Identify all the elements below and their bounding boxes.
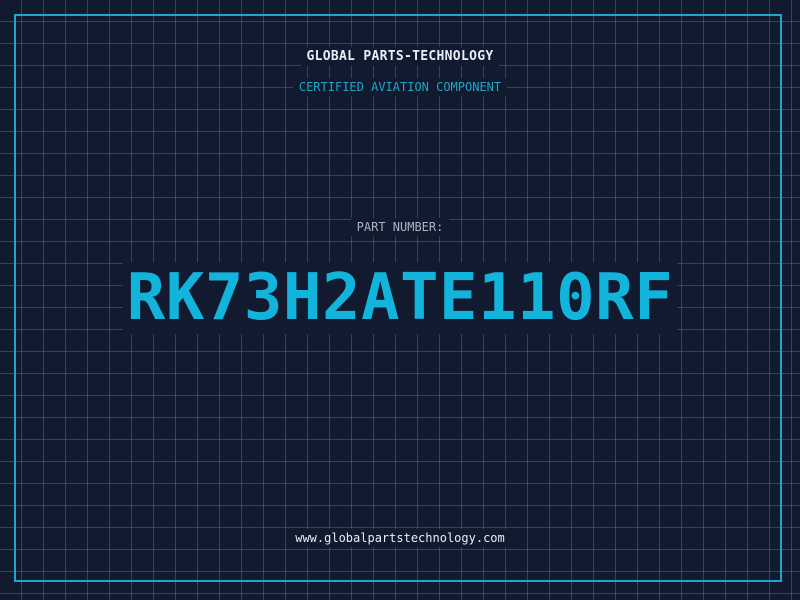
part-number-label-text: PART NUMBER: [350, 218, 450, 236]
certificate-card: GLOBAL PARTS-TECHNOLOGY CERTIFIED AVIATI… [0, 0, 800, 600]
brand-title: GLOBAL PARTS-TECHNOLOGY [0, 47, 800, 66]
website-url: www.globalpartstechnology.com [289, 529, 511, 547]
part-number-container: RK73H2ATE110RF [0, 262, 800, 334]
brand-title-text: GLOBAL PARTS-TECHNOLOGY [300, 47, 500, 66]
part-number-value: RK73H2ATE110RF [122, 262, 678, 334]
certification-subtitle: CERTIFIED AVIATION COMPONENT [0, 78, 800, 96]
website-footer: www.globalpartstechnology.com [0, 529, 800, 547]
certification-subtitle-text: CERTIFIED AVIATION COMPONENT [292, 78, 508, 96]
part-number-label: PART NUMBER: [0, 218, 800, 236]
